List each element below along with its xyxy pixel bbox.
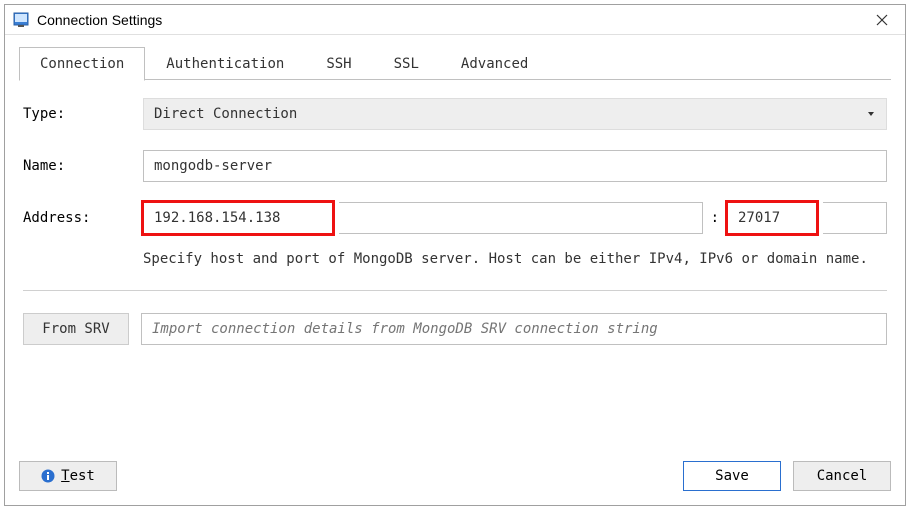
port-input[interactable]: [727, 202, 817, 234]
dialog-content: Connection Authentication SSH SSL Advanc…: [5, 35, 905, 451]
separator: [23, 290, 887, 291]
close-button[interactable]: [867, 6, 897, 34]
address-colon: :: [709, 210, 721, 226]
tab-authentication[interactable]: Authentication: [145, 47, 305, 80]
type-select-value: Direct Connection: [154, 106, 297, 122]
test-button-label: Test: [61, 468, 95, 484]
label-name: Name:: [23, 158, 143, 174]
cancel-button[interactable]: Cancel: [793, 461, 891, 491]
tab-body-connection: Type: Direct Connection Name: Address:: [19, 80, 891, 451]
row-address: Address: :: [23, 202, 887, 234]
tab-ssl[interactable]: SSL: [373, 47, 440, 80]
info-icon: [41, 469, 55, 483]
window-title: Connection Settings: [37, 12, 867, 28]
tab-connection[interactable]: Connection: [19, 47, 145, 81]
srv-input[interactable]: [141, 313, 887, 345]
from-srv-button[interactable]: From SRV: [23, 313, 129, 345]
type-select[interactable]: Direct Connection: [143, 98, 887, 130]
app-icon: [13, 12, 29, 28]
host-input-extra: [339, 202, 703, 234]
save-button-label: Save: [715, 468, 749, 484]
tab-strip: Connection Authentication SSH SSL Advanc…: [19, 47, 891, 80]
address-hint: Specify host and port of MongoDB server.…: [143, 248, 887, 270]
label-type: Type:: [23, 106, 143, 122]
titlebar: Connection Settings: [5, 5, 905, 35]
tab-ssh[interactable]: SSH: [305, 47, 372, 80]
test-button[interactable]: Test: [19, 461, 117, 491]
label-address: Address:: [23, 210, 143, 226]
host-input[interactable]: [143, 202, 333, 234]
row-srv: From SRV: [23, 313, 887, 345]
cancel-button-label: Cancel: [817, 468, 868, 484]
name-input[interactable]: [143, 150, 887, 182]
chevron-down-icon: [868, 112, 874, 116]
button-bar: Test Save Cancel: [5, 451, 905, 505]
connection-settings-dialog: Connection Settings Connection Authentic…: [4, 4, 906, 506]
row-type: Type: Direct Connection: [23, 98, 887, 130]
port-input-extra: [823, 202, 887, 234]
save-button[interactable]: Save: [683, 461, 781, 491]
row-name: Name:: [23, 150, 887, 182]
tab-advanced[interactable]: Advanced: [440, 47, 549, 80]
